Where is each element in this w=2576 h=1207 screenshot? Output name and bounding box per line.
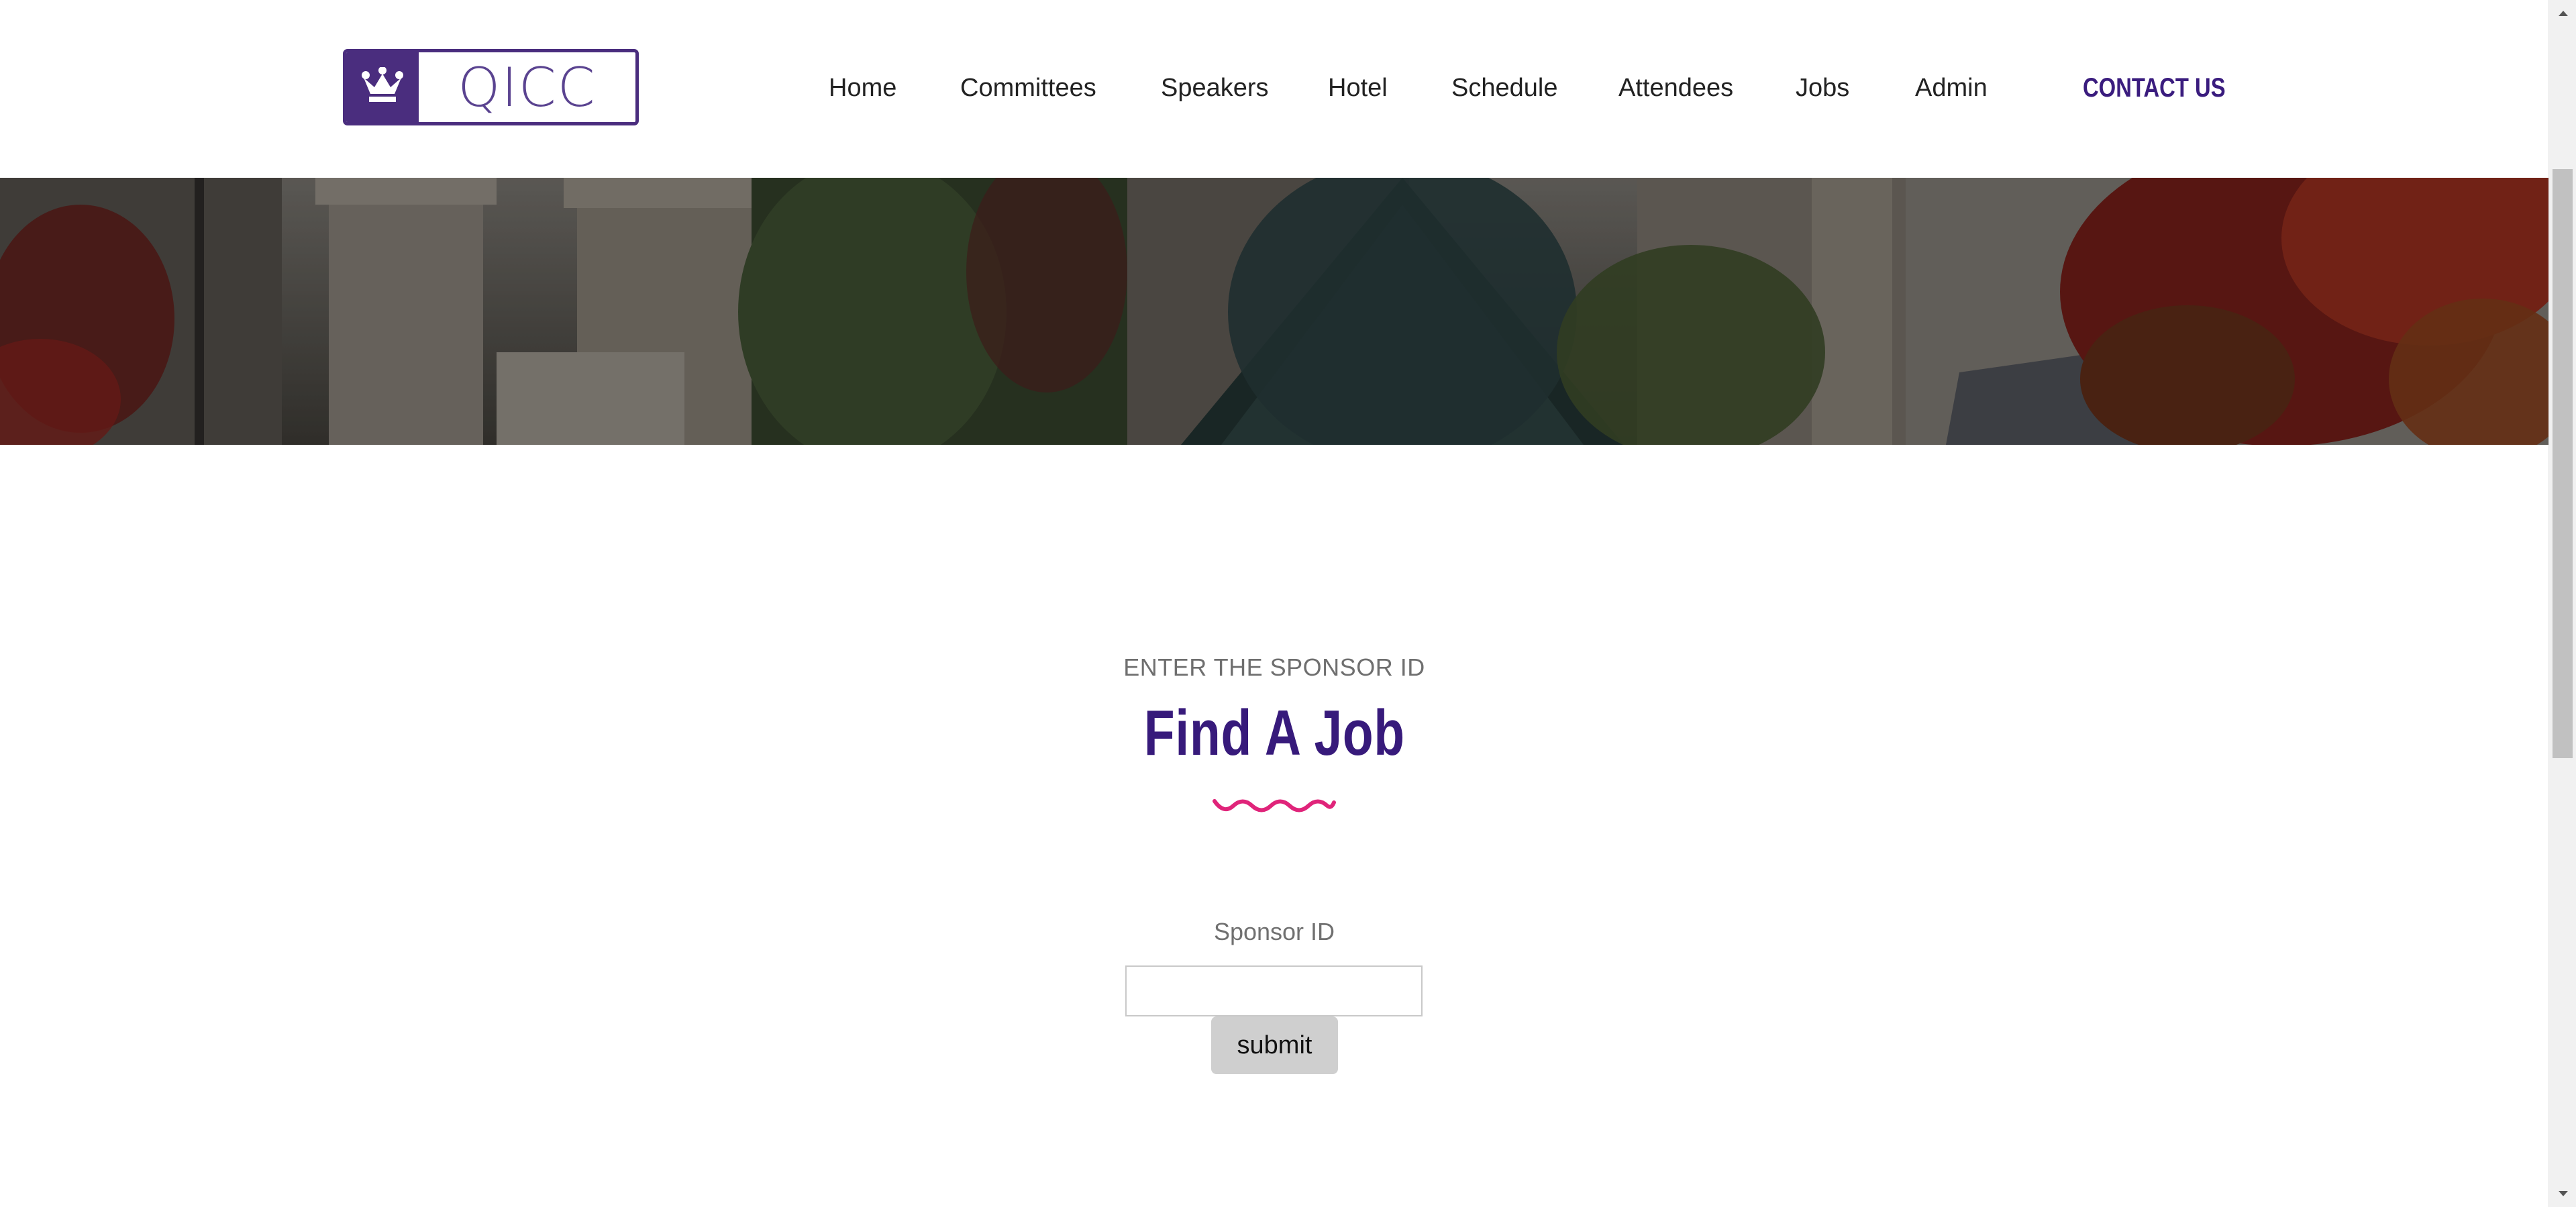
scrollbar-thumb[interactable] [2553, 169, 2573, 758]
nav-schedule[interactable]: Schedule [1451, 59, 1557, 117]
sponsor-id-input[interactable] [1125, 965, 1423, 1016]
squiggle-divider-icon [1213, 799, 1336, 812]
site-header: QICC Home Committees Speakers Hotel Sche… [0, 0, 2548, 178]
scroll-up-arrow-icon[interactable] [2549, 0, 2576, 27]
nav-speakers[interactable]: Speakers [1161, 59, 1269, 117]
vertical-scrollbar[interactable] [2548, 0, 2576, 1207]
contact-us-link[interactable]: CONTACT US [2083, 59, 2226, 117]
nav-jobs[interactable]: Jobs [1796, 59, 1849, 117]
nav-hotel[interactable]: Hotel [1328, 59, 1388, 117]
hero-banner-image [0, 178, 2548, 445]
page-title: Find A Job [0, 696, 2548, 770]
page-title-text: Find A Job [1143, 697, 1405, 769]
find-job-section: ENTER THE SPONSOR ID Find A Job Sponsor … [0, 445, 2548, 1207]
nav-committees[interactable]: Committees [960, 59, 1096, 117]
page: QICC Home Committees Speakers Hotel Sche… [0, 0, 2548, 1207]
crown-icon [346, 52, 419, 122]
site-logo[interactable]: QICC [343, 49, 639, 125]
nav-home[interactable]: Home [829, 59, 896, 117]
logo-text: QICC [458, 56, 597, 119]
nav-attendees[interactable]: Attendees [1618, 59, 1733, 117]
scroll-down-arrow-icon[interactable] [2549, 1180, 2576, 1207]
nav-admin[interactable]: Admin [1915, 59, 1988, 117]
section-pretitle: ENTER THE SPONSOR ID [1123, 653, 1425, 681]
sponsor-id-label: Sponsor ID [1213, 918, 1335, 945]
submit-button[interactable]: submit [1211, 1016, 1338, 1074]
